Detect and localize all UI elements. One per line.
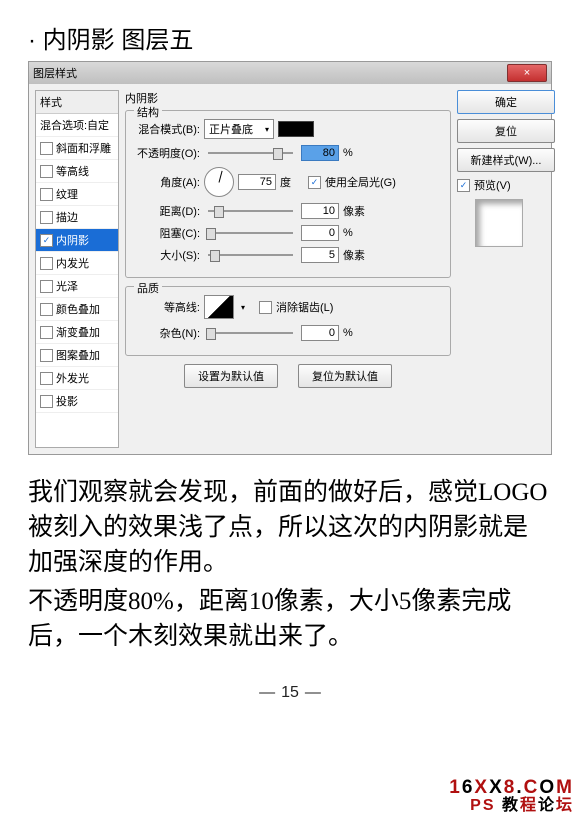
- styles-header[interactable]: 样式: [36, 91, 118, 114]
- opacity-label: 不透明度(O):: [134, 145, 200, 161]
- cancel-button[interactable]: 复位: [457, 119, 555, 143]
- quality-group: 品质 等高线: ▾ 消除锯齿(L) 杂色(N): 0 %: [125, 286, 451, 356]
- checkbox[interactable]: [40, 372, 53, 385]
- structure-group: 结构 混合模式(B): 正片叠底▾ 不透明度(O): 80 % 角度(A):: [125, 110, 451, 278]
- preview-checkbox[interactable]: [457, 179, 470, 192]
- checkbox[interactable]: [40, 142, 53, 155]
- style-row-inner-shadow[interactable]: 内阴影: [36, 229, 118, 252]
- opacity-input[interactable]: 80: [301, 145, 339, 161]
- body-paragraph-1: 我们观察就会发现，前面的做好后，感觉LOGO被刻入的效果浅了点，所以这次的内阴影…: [28, 475, 552, 580]
- ok-button[interactable]: 确定: [457, 90, 555, 114]
- set-default-button[interactable]: 设置为默认值: [184, 364, 278, 388]
- checkbox[interactable]: [40, 349, 53, 362]
- contour-label: 等高线:: [134, 299, 200, 315]
- angle-label: 角度(A):: [134, 174, 200, 190]
- angle-input[interactable]: 75: [238, 174, 276, 190]
- dialog-body: 样式 混合选项:自定 斜面和浮雕 等高线 纹理 描边 内阴影 内发光 光泽 颜色…: [29, 84, 551, 454]
- checkbox[interactable]: [40, 395, 53, 408]
- size-label: 大小(S):: [134, 247, 200, 263]
- checkbox[interactable]: [40, 165, 53, 178]
- blend-mode-label: 混合模式(B):: [134, 121, 200, 137]
- titlebar: 图层样式 ×: [29, 62, 551, 84]
- choke-input[interactable]: 0: [301, 225, 339, 241]
- style-row-color-overlay[interactable]: 颜色叠加: [36, 298, 118, 321]
- distance-label: 距离(D):: [134, 203, 200, 219]
- contour-picker[interactable]: [204, 295, 234, 319]
- watermark: 16XX8.COM PS 教程论坛: [449, 778, 574, 815]
- preview-thumbnail: [475, 199, 523, 247]
- right-panel: 确定 复位 新建样式(W)... 预览(V): [457, 90, 545, 448]
- checkbox[interactable]: [40, 326, 53, 339]
- style-row-inner-glow[interactable]: 内发光: [36, 252, 118, 275]
- size-slider[interactable]: [208, 254, 293, 256]
- distance-input[interactable]: 10: [301, 203, 339, 219]
- blend-mode-dropdown[interactable]: 正片叠底▾: [204, 119, 274, 139]
- opacity-slider[interactable]: [208, 152, 293, 154]
- blend-options-row[interactable]: 混合选项:自定: [36, 114, 118, 137]
- noise-label: 杂色(N):: [134, 325, 200, 341]
- page-heading: · 内阴影 图层五: [28, 20, 552, 55]
- style-row-contour[interactable]: 等高线: [36, 160, 118, 183]
- style-row-pattern-overlay[interactable]: 图案叠加: [36, 344, 118, 367]
- size-input[interactable]: 5: [301, 247, 339, 263]
- noise-input[interactable]: 0: [301, 325, 339, 341]
- style-list: 样式 混合选项:自定 斜面和浮雕 等高线 纹理 描边 内阴影 内发光 光泽 颜色…: [35, 90, 119, 448]
- global-light-checkbox[interactable]: [308, 176, 321, 189]
- panel-title: 内阴影: [125, 90, 451, 106]
- choke-label: 阻塞(C):: [134, 225, 200, 241]
- antialias-checkbox[interactable]: [259, 301, 272, 314]
- dialog-title: 图层样式: [33, 65, 77, 81]
- antialias-label: 消除锯齿(L): [276, 299, 333, 315]
- reset-default-button[interactable]: 复位为默认值: [298, 364, 392, 388]
- center-panel: 内阴影 结构 混合模式(B): 正片叠底▾ 不透明度(O): 80 %: [125, 90, 451, 448]
- style-row-gradient-overlay[interactable]: 渐变叠加: [36, 321, 118, 344]
- style-row-stroke[interactable]: 描边: [36, 206, 118, 229]
- new-style-button[interactable]: 新建样式(W)...: [457, 148, 555, 172]
- checkbox[interactable]: [40, 211, 53, 224]
- chevron-down-icon[interactable]: ▾: [241, 303, 245, 312]
- page-footer: —15—: [28, 684, 552, 702]
- page-number: 15: [281, 684, 299, 702]
- preview-label: 预览(V): [474, 177, 511, 193]
- style-row-outer-glow[interactable]: 外发光: [36, 367, 118, 390]
- chevron-down-icon: ▾: [265, 125, 269, 134]
- checkbox[interactable]: [40, 188, 53, 201]
- layer-style-dialog: 图层样式 × 样式 混合选项:自定 斜面和浮雕 等高线 纹理 描边 内阴影 内发…: [28, 61, 552, 455]
- checkbox[interactable]: [40, 234, 53, 247]
- checkbox[interactable]: [40, 257, 53, 270]
- body-paragraph-2: 不透明度80%，距离10像素，大小5像素完成后，一个木刻效果就出来了。: [28, 584, 552, 654]
- style-row-satin[interactable]: 光泽: [36, 275, 118, 298]
- angle-dial[interactable]: [204, 167, 234, 197]
- style-row-bevel[interactable]: 斜面和浮雕: [36, 137, 118, 160]
- color-swatch[interactable]: [278, 121, 314, 137]
- distance-slider[interactable]: [208, 210, 293, 212]
- global-light-label: 使用全局光(G): [325, 174, 396, 190]
- close-button[interactable]: ×: [507, 64, 547, 82]
- style-row-drop-shadow[interactable]: 投影: [36, 390, 118, 413]
- style-row-texture[interactable]: 纹理: [36, 183, 118, 206]
- checkbox[interactable]: [40, 303, 53, 316]
- noise-slider[interactable]: [208, 332, 293, 334]
- checkbox[interactable]: [40, 280, 53, 293]
- choke-slider[interactable]: [208, 232, 293, 234]
